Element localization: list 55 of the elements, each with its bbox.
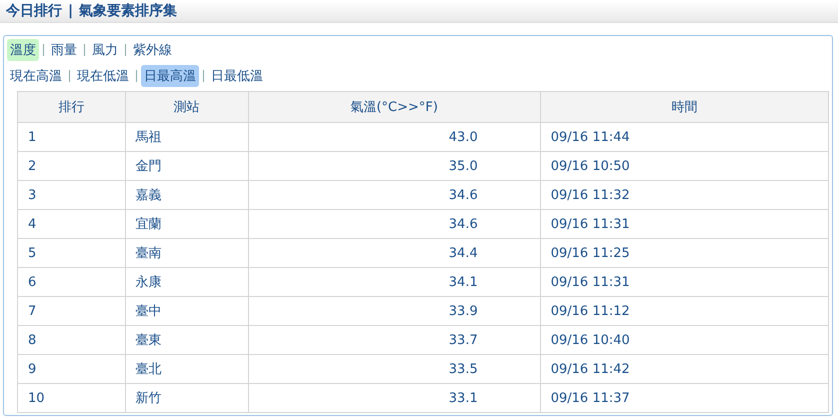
table-cell: 6 [18,268,126,296]
table-cell: 8 [18,326,126,354]
table-cell: 1 [18,122,126,152]
table-cell: 09/16 11:44 [540,122,828,152]
table-cell: 永康 [125,268,248,296]
table-cell: 9 [18,354,126,384]
table-cell: 09/16 10:50 [540,152,828,180]
column-header: 時間 [540,92,828,122]
table-cell: 33.9 [248,296,540,326]
table-cell: 宜蘭 [125,210,248,238]
ranking-tab[interactable]: 現在低溫 [74,65,132,87]
table-cell: 嘉義 [125,180,248,210]
table-cell: 臺中 [125,296,248,326]
column-header: 氣溫(°C>>°F) [248,92,540,122]
table-cell: 34.6 [248,210,540,238]
table-cell: 09/16 11:12 [540,296,828,326]
table-cell: 09/16 11:31 [540,210,828,238]
table-cell: 臺東 [125,326,248,354]
table-cell: 09/16 11:25 [540,238,828,268]
table-cell: 4 [18,210,126,238]
table-cell: 34.1 [248,268,540,296]
table-cell: 34.6 [248,180,540,210]
ranking-tab[interactable]: 日最高溫 [141,65,199,87]
table-cell: 09/16 10:40 [540,326,828,354]
page-title: 今日排行 [6,2,62,20]
category-tab[interactable]: 雨量 [48,39,80,61]
table-cell: 臺南 [125,238,248,268]
table-cell: 09/16 11:31 [540,268,828,296]
title-separator: | [68,3,74,19]
table-cell: 09/16 11:37 [540,384,828,412]
table-cell: 金門 [125,152,248,180]
table-cell: 33.7 [248,326,540,354]
page-subtitle: 氣象要素排序集 [79,2,178,20]
table-cell: 5 [18,238,126,268]
table-cell: 馬祖 [125,122,248,152]
table-cell: 3 [18,180,126,210]
column-header: 測站 [125,92,248,122]
table-cell: 09/16 11:32 [540,180,828,210]
table-cell: 33.1 [248,384,540,412]
ranking-tab[interactable]: 現在高溫 [7,65,65,87]
table-cell: 34.4 [248,238,540,268]
table-cell: 33.5 [248,354,540,384]
table-cell: 10 [18,384,126,412]
category-tab[interactable]: 溫度 [7,39,39,61]
table-cell: 2 [18,152,126,180]
table-cell: 43.0 [248,122,540,152]
table-cell: 7 [18,296,126,326]
column-header: 排行 [18,92,126,122]
category-tab[interactable]: 風力 [89,39,121,61]
ranking-tab[interactable]: 日最低溫 [208,65,266,87]
table-cell: 09/16 11:42 [540,354,828,384]
category-tab[interactable]: 紫外線 [130,39,175,61]
table-cell: 35.0 [248,152,540,180]
table-cell: 新竹 [125,384,248,412]
table-cell: 臺北 [125,354,248,384]
